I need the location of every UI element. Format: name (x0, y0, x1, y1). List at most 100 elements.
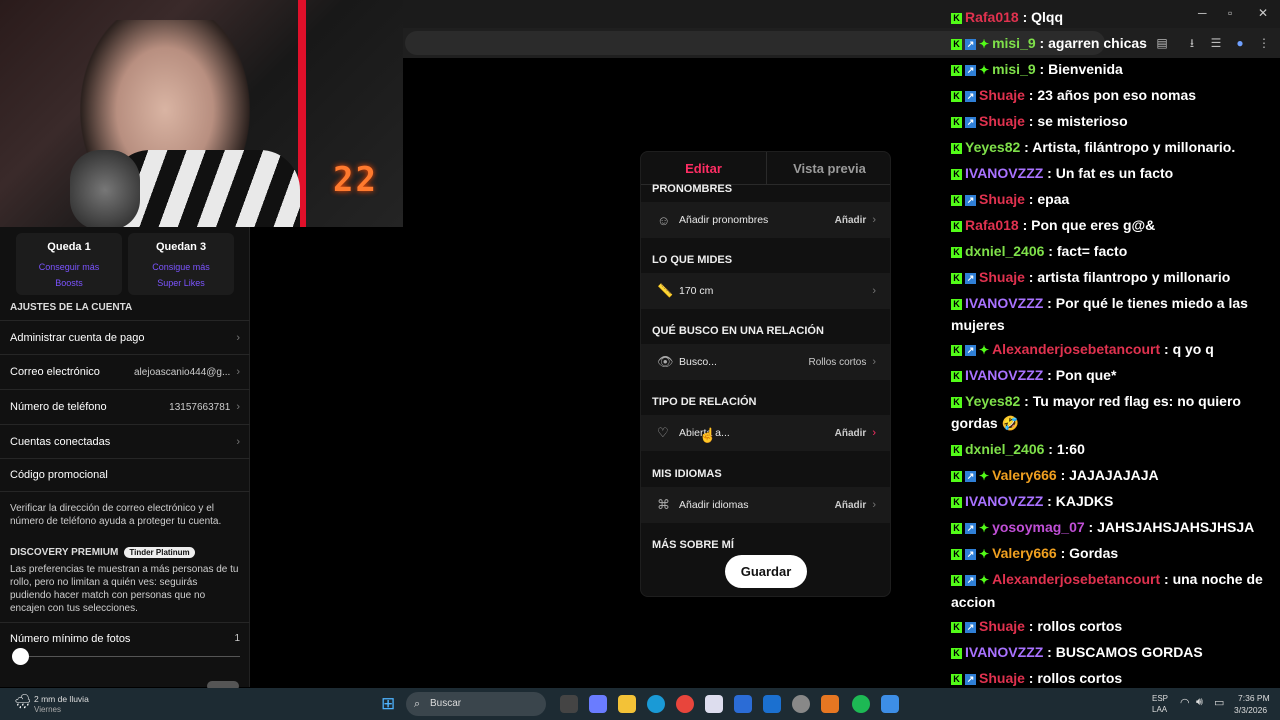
superlikes-count: Quedan 3 (155, 241, 207, 253)
chat-username[interactable]: Valery666 (992, 545, 1057, 561)
obs-icon[interactable] (792, 695, 810, 713)
chat-separator: : (1020, 393, 1033, 409)
store-icon[interactable] (705, 695, 723, 713)
copilot-icon[interactable] (589, 695, 607, 713)
pronouns-row[interactable]: ☺ Añadir pronombres Añadir › (641, 202, 890, 238)
chat-message: K ↗ Shuaje : 23 años pon eso nomas (951, 84, 1280, 106)
promo-code-row[interactable]: Código promocional (0, 458, 250, 492)
chat-text: BUSCAMOS GORDAS (1055, 644, 1203, 660)
subscriber-badge-icon: ↗ (965, 471, 976, 482)
chat-username[interactable]: dxniel_2406 (965, 243, 1044, 259)
chat-username[interactable]: yosoymag_07 (992, 519, 1085, 535)
chat-username[interactable]: Rafa018 (965, 9, 1019, 25)
chat-username[interactable]: IVANOVZZZ (965, 295, 1043, 311)
boosts-card[interactable]: Queda 1 Conseguir más Boosts (16, 233, 122, 295)
weather-text[interactable]: 2 mm de lluvia (34, 694, 89, 704)
spotify-icon[interactable] (852, 695, 870, 713)
chat-username[interactable]: Shuaje (979, 87, 1025, 103)
chat-username[interactable]: IVANOVZZZ (965, 367, 1043, 383)
chat-username[interactable]: Shuaje (979, 618, 1025, 634)
languages-row[interactable]: ⌘ Añadir idiomas Añadir › (641, 487, 890, 523)
app-icon[interactable] (734, 695, 752, 713)
chat-username[interactable]: Yeyes82 (965, 139, 1020, 155)
chat-username[interactable]: Rafa018 (965, 217, 1019, 233)
chat-text: Pon que eres g@& (1031, 217, 1156, 233)
chevron-right-icon: › (872, 427, 876, 439)
volume-icon[interactable]: 🔊︎ (1196, 696, 1203, 709)
chrome-icon[interactable] (676, 695, 694, 713)
eye-icon: 👁 (657, 354, 674, 369)
wifi-icon[interactable]: ◠ (1180, 696, 1190, 709)
layout-indicator[interactable]: LAA (1152, 705, 1167, 714)
chat-username[interactable]: Alexanderjosebetancourt (992, 341, 1160, 357)
chat-username[interactable]: Shuaje (979, 191, 1025, 207)
min-photos-row: Número mínimo de fotos 1 (0, 622, 250, 672)
weather-icon[interactable]: 🌧 (14, 693, 32, 710)
chat-username[interactable]: Yeyes82 (965, 393, 1020, 409)
fl-studio-icon[interactable] (821, 695, 839, 713)
tab-edit[interactable]: Editar (641, 152, 766, 184)
kick-badge-icon: K (951, 445, 962, 456)
clock-date[interactable]: 3/3/2026 (1234, 705, 1267, 715)
section-title: TIPO DE RELACIÓN (652, 396, 757, 408)
mail-icon[interactable] (763, 695, 781, 713)
chat-username[interactable]: IVANOVZZZ (965, 493, 1043, 509)
email-row[interactable]: Correo electrónico alejoascanio444@g... › (0, 354, 250, 388)
chat-separator: : (1024, 269, 1038, 285)
gift-badge-icon: ✦ (979, 547, 990, 561)
chat-username[interactable]: IVANOVZZZ (965, 644, 1043, 660)
chat-username[interactable]: dxniel_2406 (965, 441, 1044, 457)
subscriber-badge-icon: ↗ (965, 345, 976, 356)
chat-username[interactable]: IVANOVZZZ (965, 165, 1043, 181)
chat-message: K ↗ ✦ Alexanderjosebetancourt : q yo q (951, 338, 1280, 361)
chat-username[interactable]: Shuaje (979, 113, 1025, 129)
subscriber-badge-icon: ↗ (965, 65, 976, 76)
superlikes-link[interactable]: Consigue más Super Likes (128, 259, 234, 291)
subscriber-badge-icon: ↗ (965, 622, 976, 633)
language-indicator[interactable]: ESP (1152, 694, 1168, 703)
chat-username[interactable]: Alexanderjosebetancourt (992, 571, 1160, 587)
min-photos-slider-handle[interactable] (12, 648, 29, 665)
chat-username[interactable]: misi_9 (992, 61, 1036, 77)
phone-row[interactable]: Número de teléfono 13157663781 › (0, 389, 250, 423)
chat-separator: : (1018, 217, 1032, 233)
chat-username[interactable]: Valery666 (992, 467, 1057, 483)
payment-account-row[interactable]: Administrar cuenta de pago › (0, 320, 250, 354)
chat-username[interactable]: Shuaje (979, 269, 1025, 285)
chat-message: K ↗ ✦ yosoymag_07 : JAHSJAHSJAHSJHSJA (951, 516, 1280, 539)
taskbar-search[interactable]: ⌕ Buscar (406, 692, 546, 716)
boosts-link[interactable]: Conseguir más Boosts (16, 259, 122, 291)
chat-message: K ↗ Shuaje : epaa (951, 188, 1280, 210)
chat-message: K ↗ Shuaje : artista filantropo y millonar… (951, 266, 1280, 288)
kick-badge-icon: K (951, 471, 962, 482)
chat-message: K IVANOVZZZ : Un fat es un facto (951, 162, 1280, 184)
task-view-icon[interactable] (560, 695, 578, 713)
chat-message: K ↗ ✦ Valery666 : Gordas (951, 542, 1280, 565)
chat-username[interactable]: misi_9 (992, 35, 1036, 51)
discovery-premium-title: DISCOVERY PREMIUM Tinder Platinum (10, 547, 195, 558)
battery-icon[interactable]: ▭ (1214, 696, 1224, 709)
chat-message: K Rafa018 : Qlqq (951, 6, 1280, 28)
gift-badge-icon: ✦ (979, 469, 990, 483)
discovery-text: Las preferencias te muestran a más perso… (10, 564, 239, 614)
chat-message: K ↗ ✦ misi_9 : agarren chicas (951, 32, 1280, 55)
relationship-type-row[interactable]: ♡ Abierta a... Añadir › (641, 415, 890, 451)
height-row[interactable]: 📏 170 cm › (641, 273, 890, 309)
chat-username[interactable]: Shuaje (979, 670, 1025, 686)
tab-preview[interactable]: Vista previa (766, 152, 890, 184)
chat-separator: : (1024, 670, 1038, 686)
kick-badge-icon: K (951, 497, 962, 508)
superlikes-card[interactable]: Quedan 3 Consigue más Super Likes (128, 233, 234, 295)
kick-badge-icon: K (951, 575, 962, 586)
edge-icon[interactable] (647, 695, 665, 713)
kick-badge-icon: K (951, 674, 962, 685)
connected-accounts-row[interactable]: Cuentas conectadas › (0, 424, 250, 458)
app-icon-2[interactable] (881, 695, 899, 713)
file-explorer-icon[interactable] (618, 695, 636, 713)
save-button[interactable]: Guardar (725, 555, 807, 588)
windows-start-icon[interactable]: ⊞ (381, 694, 395, 714)
looking-for-row[interactable]: 👁 Busco... Rollos cortos › (641, 344, 890, 380)
clock-time[interactable]: 7:36 PM (1238, 693, 1270, 703)
chat-separator: : (1160, 341, 1173, 357)
verify-text: Verificar la dirección de correo electró… (10, 503, 222, 527)
